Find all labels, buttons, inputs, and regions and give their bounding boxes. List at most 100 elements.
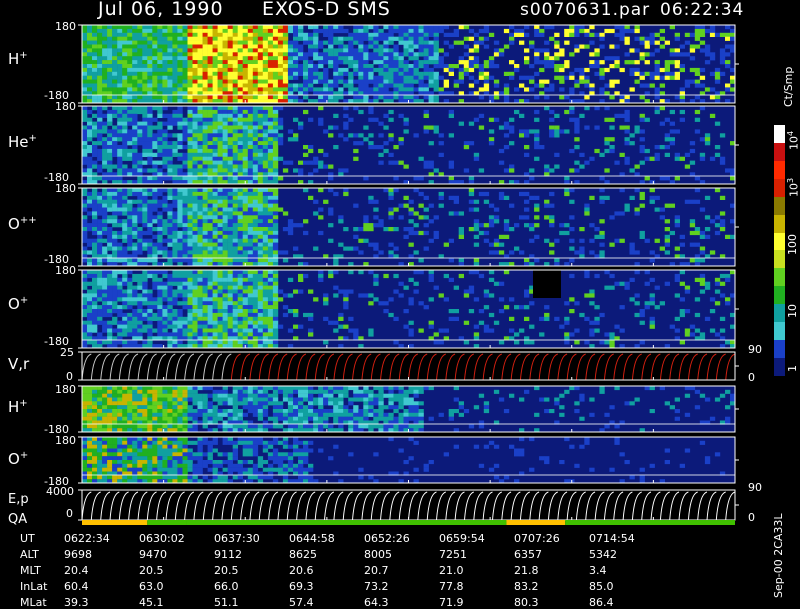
spectrogram-cell <box>228 68 233 72</box>
spectrogram-cell <box>499 48 504 52</box>
spectrogram-cell <box>102 192 107 196</box>
spectrogram-cell <box>650 325 655 329</box>
spectrogram-cell <box>574 33 579 37</box>
spectrogram-cell <box>419 215 424 219</box>
spectrogram-cell <box>273 329 278 333</box>
spectrogram-cell <box>680 64 685 68</box>
spectrogram-cell <box>313 33 318 37</box>
spectrogram-cell <box>464 340 469 344</box>
spectrogram-cell <box>368 80 373 84</box>
spectrogram-cell <box>298 48 303 52</box>
spectrogram-cell <box>434 56 439 60</box>
spectrogram-cell <box>258 235 263 239</box>
spectrogram-cell <box>122 45 127 49</box>
spectrogram-cell <box>263 282 268 286</box>
spectrogram-cell <box>112 133 117 137</box>
spectrogram-cell <box>675 317 680 321</box>
spectrogram-cell <box>198 301 203 305</box>
spectrogram-cell <box>258 161 263 165</box>
spectrogram-cell <box>122 95 127 99</box>
spectrogram-cell <box>253 313 258 317</box>
spectrogram-cell <box>238 332 243 336</box>
spectrogram-cell <box>82 80 87 84</box>
spectrogram-cell <box>383 126 388 130</box>
spectrogram-cell <box>218 48 223 52</box>
spectrogram-cell <box>213 48 218 52</box>
spectrogram-cell <box>459 231 464 235</box>
spectrogram-cell <box>278 33 283 37</box>
spectrogram-cell <box>177 95 182 99</box>
spectrogram-cell <box>87 161 92 165</box>
spectrogram-cell <box>278 106 283 110</box>
spectrogram-cell <box>399 68 404 72</box>
spectrogram-cell <box>650 84 655 88</box>
spectrogram-cell <box>258 282 263 286</box>
spectrogram-cell <box>288 64 293 68</box>
spectrogram-cell <box>298 278 303 282</box>
spectrogram-cell <box>112 126 117 130</box>
spectrogram-cell <box>122 192 127 196</box>
spectrogram-cell <box>273 243 278 247</box>
spectrogram-cell <box>343 60 348 64</box>
spectrogram-cell <box>253 340 258 344</box>
spectrogram-cell <box>117 270 122 274</box>
spectrogram-cell <box>248 76 253 80</box>
spectrogram-cell <box>298 45 303 49</box>
spectrogram-cell <box>193 313 198 317</box>
spectrogram-cell <box>429 41 434 45</box>
spectrogram-cell <box>278 126 283 130</box>
spectrogram-cell <box>167 161 172 165</box>
spectrogram-cell <box>223 282 228 286</box>
spectrogram-cell <box>273 286 278 290</box>
spectrogram-cell <box>358 56 363 60</box>
spectrogram-cell <box>198 141 203 145</box>
spectrogram-cell <box>534 204 539 208</box>
spectrogram-cell <box>228 76 233 80</box>
spectrogram-cell <box>233 149 238 153</box>
spectrogram-cell <box>268 231 273 235</box>
spectrogram-cell <box>399 41 404 45</box>
spectrogram-cell <box>213 157 218 161</box>
spectrogram-cell <box>499 235 504 239</box>
spectrogram-cell <box>107 247 112 251</box>
spectrogram-cell <box>127 56 132 60</box>
spectrogram-cell <box>660 122 665 126</box>
spectrogram-cell <box>233 301 238 305</box>
spectrogram-cell <box>248 60 253 64</box>
spectrogram-cell <box>223 33 228 37</box>
spectrogram-cell <box>127 340 132 344</box>
spectrogram-cell <box>127 45 132 49</box>
spectrogram-cell <box>524 258 529 262</box>
spectrogram-cell <box>439 25 444 29</box>
spectrogram-cell <box>203 126 208 130</box>
spectrogram-cell <box>489 60 494 64</box>
spectrogram-cell <box>97 133 102 137</box>
spectrogram-cell <box>193 325 198 329</box>
spectrogram-cell <box>283 227 288 231</box>
spectrogram-cell <box>87 87 92 91</box>
spectrogram-cell <box>313 29 318 33</box>
spectrogram-cell <box>554 133 559 137</box>
spectrogram-cell <box>228 340 233 344</box>
spectrogram-cell <box>97 165 102 169</box>
spectrogram-cell <box>534 110 539 114</box>
spectrogram-cell <box>288 95 293 99</box>
spectrogram-cell <box>152 87 157 91</box>
spectrogram-cell <box>248 72 253 76</box>
spectrogram-cell <box>253 192 258 196</box>
spectrogram-cell <box>388 211 393 215</box>
spectrogram-cell <box>203 87 208 91</box>
spectrogram-cell <box>469 122 474 126</box>
spectrogram-cell <box>218 60 223 64</box>
spectrogram-cell <box>253 329 258 333</box>
spectrogram-cell <box>208 239 213 243</box>
spectrogram-cell <box>228 153 233 157</box>
spectrogram-cell <box>509 141 514 145</box>
spectrogram-cell <box>132 84 137 88</box>
spectrogram-cell <box>203 106 208 110</box>
spectrogram-cell <box>162 329 167 333</box>
spectrogram-cell <box>218 227 223 231</box>
spectrogram-cell <box>419 52 424 56</box>
spectrogram-cell <box>193 68 198 72</box>
spectrogram-cell <box>484 223 489 227</box>
